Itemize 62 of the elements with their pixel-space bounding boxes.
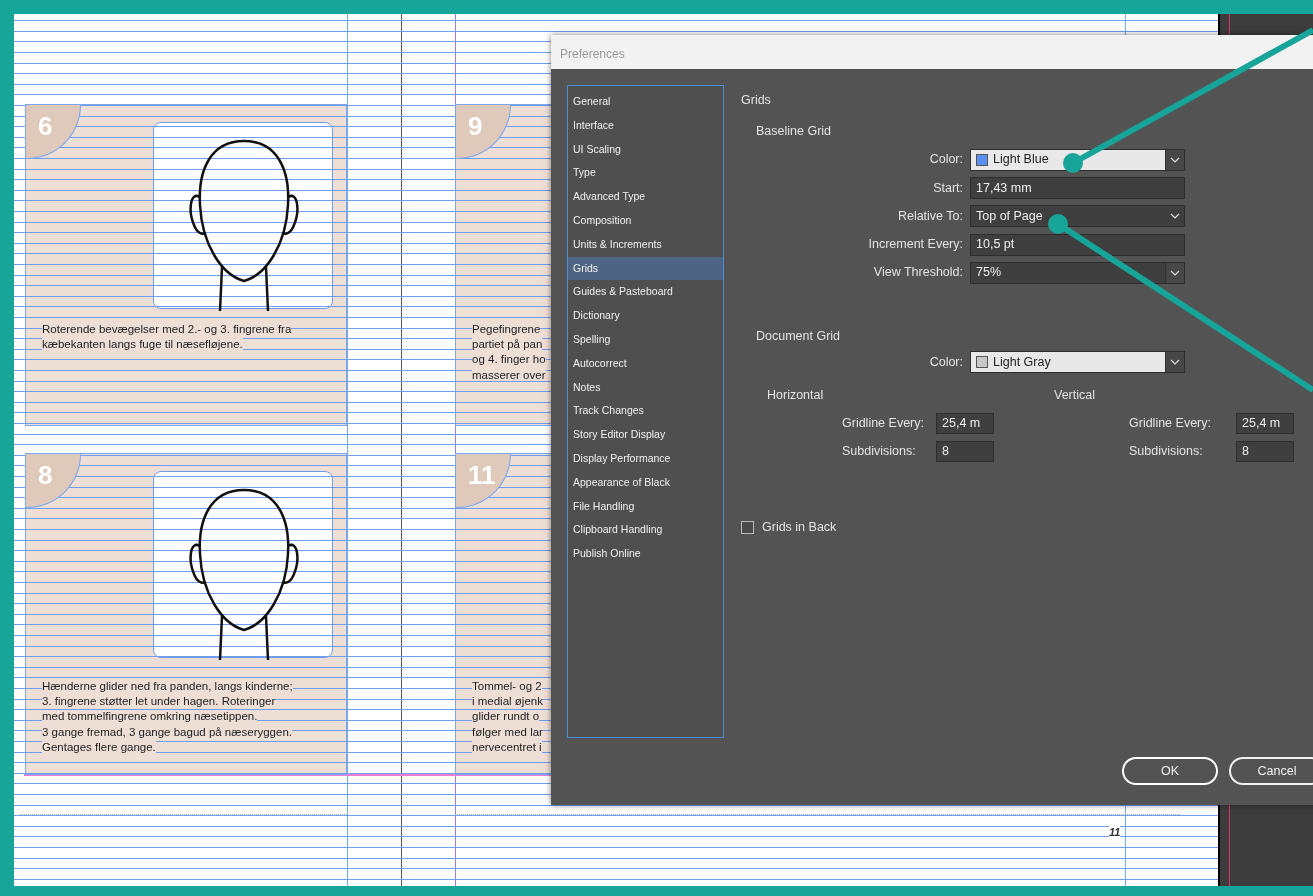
category-item[interactable]: Grids — [568, 256, 723, 281]
category-item[interactable]: Advanced Type — [568, 185, 723, 209]
category-item[interactable]: UI Scaling — [568, 137, 723, 162]
category-item[interactable]: Story Editor Display — [568, 423, 723, 447]
field-label: Gridline Every: — [1128, 415, 1212, 433]
field-label: Start: — [932, 179, 964, 197]
category-item[interactable]: Spelling — [568, 327, 723, 352]
card-text: Hænderne glider ned fra panden, langs kinderne; 3. fingrene støtter let under hagen. Roteringer med tommelfingrene omkring næsetippen. 3 gange fremad, 3 gange bagud på næseryggen. Gentages flere gange. — [42, 679, 293, 755]
input-field[interactable]: 8 — [1236, 441, 1294, 463]
group-heading: Vertical — [1053, 387, 1096, 405]
category-item[interactable]: Type — [568, 161, 723, 186]
card-text: Tommel- og 2 i medial øjenk glider rundt o følger med lar nervecentret i — [472, 679, 543, 755]
caret-icon — [1170, 156, 1180, 163]
category-item[interactable]: Units & Increments — [568, 232, 723, 257]
field-label: Color: — [928, 151, 964, 169]
category-item[interactable]: Track Changes — [568, 399, 723, 424]
caret-icon — [1170, 269, 1180, 276]
category-item[interactable]: Display Performance — [568, 446, 723, 471]
input-field[interactable]: 8 — [936, 441, 994, 463]
step-number: 11 — [456, 454, 511, 508]
color-dropdown[interactable]: Light Blue — [970, 148, 1185, 171]
section-title: Grids — [741, 92, 772, 109]
field-label: View Threshold: — [872, 264, 964, 282]
dialog-button[interactable]: Cancel — [1229, 757, 1313, 785]
category-item[interactable]: Publish Online — [568, 542, 723, 566]
color-dropdown[interactable]: Light Gray — [970, 350, 1185, 373]
category-item[interactable]: Autocorrect — [568, 351, 723, 376]
category-item[interactable]: Notes — [568, 375, 723, 400]
step-number: 8 — [26, 454, 81, 508]
category-item[interactable]: Interface — [568, 113, 723, 138]
field-label: Relative To: — [896, 207, 964, 225]
category-item[interactable]: File Handling — [568, 494, 723, 519]
dialog-title: Preferences — [551, 35, 1313, 69]
group-heading: Baseline Grid — [756, 122, 833, 140]
group-heading: Document Grid — [756, 328, 842, 345]
category-item[interactable]: Composition — [568, 209, 723, 233]
step-number: 6 — [26, 105, 81, 159]
category-item[interactable]: Dictionary — [568, 304, 723, 328]
input-field[interactable]: 10,5 pt — [970, 233, 1185, 256]
field-label: Subdivisions: — [1128, 443, 1204, 461]
category-item[interactable]: Appearance of Black — [568, 470, 723, 495]
combo-field[interactable]: 75% — [970, 261, 1185, 284]
input-field[interactable]: 25,4 m — [936, 413, 994, 435]
checkbox-label: Grids in Back — [762, 518, 837, 536]
field-label: Increment Every: — [867, 236, 964, 254]
dropdown[interactable]: Top of Page — [970, 205, 1185, 228]
group-heading: Horizontal — [766, 387, 825, 405]
category-item[interactable]: General — [568, 90, 723, 114]
field-label: Color: — [928, 353, 964, 371]
input-field[interactable]: 17,43 mm — [970, 176, 1185, 199]
caret-icon — [1170, 358, 1180, 365]
card-text: Pegefingrene partiet på pan og 4. finger ho masserer over — [472, 322, 546, 383]
dialog-button[interactable]: OK — [1122, 757, 1218, 785]
field-label: Gridline Every: — [841, 415, 925, 433]
caret-icon — [1169, 213, 1180, 220]
checkbox[interactable] — [741, 520, 754, 534]
step-number: 9 — [456, 105, 511, 159]
category-item[interactable]: Guides & Pasteboard — [568, 280, 723, 305]
field-label: Subdivisions: — [841, 443, 917, 461]
category-item[interactable]: Clipboard Handling — [568, 518, 723, 543]
card-text: Roterende bevægelser med 2.- og 3. fingrene fra kæbekanten langs fuge til næsefløjene. — [42, 322, 292, 353]
input-field[interactable]: 25,4 m — [1236, 413, 1294, 435]
